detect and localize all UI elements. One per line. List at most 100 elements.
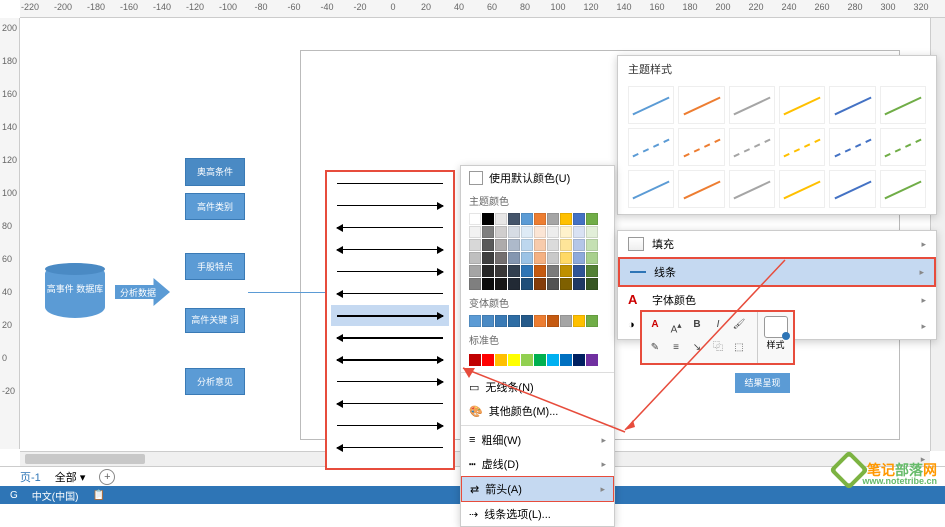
- color-swatch[interactable]: [469, 239, 481, 251]
- color-swatch[interactable]: [482, 354, 494, 366]
- arrow-both[interactable]: [331, 239, 449, 260]
- color-swatch[interactable]: [469, 226, 481, 238]
- theme-line-style[interactable]: [678, 86, 724, 124]
- theme-line-style[interactable]: [678, 128, 724, 166]
- color-swatch[interactable]: [560, 252, 572, 264]
- color-swatch[interactable]: [482, 252, 494, 264]
- theme-line-style[interactable]: [729, 128, 775, 166]
- theme-line-style[interactable]: [829, 128, 875, 166]
- arrow-none[interactable]: [331, 173, 449, 194]
- arrow-right[interactable]: [331, 195, 449, 216]
- theme-line-style[interactable]: [880, 170, 926, 208]
- italic-button[interactable]: I: [709, 316, 727, 334]
- all-pages-dropdown[interactable]: 全部 ▾: [55, 469, 86, 485]
- connector-button[interactable]: ↘: [688, 339, 706, 357]
- color-swatch[interactable]: [547, 278, 559, 290]
- color-swatch[interactable]: [534, 315, 546, 327]
- language-indicator[interactable]: 中文(中国): [32, 488, 79, 503]
- font-size-up-button[interactable]: A▴: [667, 316, 685, 334]
- theme-line-style[interactable]: [880, 128, 926, 166]
- color-swatch[interactable]: [521, 226, 533, 238]
- color-swatch[interactable]: [508, 278, 520, 290]
- use-default-color[interactable]: 使用默认颜色(U): [461, 166, 614, 190]
- arrows-item[interactable]: ⇄箭头(A)▸: [461, 476, 614, 502]
- color-swatch[interactable]: [469, 278, 481, 290]
- arrow-left-thick[interactable]: [331, 327, 449, 348]
- theme-line-style[interactable]: [628, 86, 674, 124]
- page-tab[interactable]: 页-1: [20, 469, 41, 485]
- arrow-right-open[interactable]: [331, 261, 449, 282]
- color-swatch[interactable]: [573, 252, 585, 264]
- color-swatch[interactable]: [508, 354, 520, 366]
- color-swatch[interactable]: [573, 315, 585, 327]
- arrow-shape[interactable]: 分析数据: [115, 278, 170, 306]
- color-swatch[interactable]: [482, 315, 494, 327]
- color-swatch[interactable]: [508, 315, 520, 327]
- color-swatch[interactable]: [508, 239, 520, 251]
- color-swatch[interactable]: [586, 252, 598, 264]
- color-swatch[interactable]: [495, 278, 507, 290]
- line-menu-item[interactable]: 线条▸: [618, 257, 936, 287]
- color-swatch[interactable]: [482, 278, 494, 290]
- color-swatch[interactable]: [534, 239, 546, 251]
- color-swatch[interactable]: [534, 226, 546, 238]
- color-swatch[interactable]: [482, 239, 494, 251]
- process-box-1[interactable]: 高件类别: [185, 193, 245, 220]
- color-swatch[interactable]: [508, 226, 520, 238]
- arrow-right-thick[interactable]: [331, 305, 449, 326]
- color-swatch[interactable]: [573, 213, 585, 225]
- result-box[interactable]: 结果呈现: [735, 373, 790, 393]
- color-swatch[interactable]: [560, 315, 572, 327]
- format-painter-button[interactable]: 🖌: [730, 316, 748, 334]
- color-swatch[interactable]: [573, 354, 585, 366]
- dashes-item[interactable]: ┅虚线(D)▸: [461, 452, 614, 476]
- arrow-left-diamond[interactable]: [331, 393, 449, 414]
- macro-record-icon[interactable]: 📋: [92, 490, 104, 501]
- color-swatch[interactable]: [469, 354, 481, 366]
- database-shape[interactable]: 高事件 数据库: [45, 263, 105, 318]
- group-header-box[interactable]: 奥高条件: [185, 158, 245, 186]
- color-swatch[interactable]: [521, 252, 533, 264]
- color-swatch[interactable]: [469, 213, 481, 225]
- color-swatch[interactable]: [560, 278, 572, 290]
- align-button[interactable]: ≡: [667, 339, 685, 357]
- color-swatch[interactable]: [521, 239, 533, 251]
- no-line-item[interactable]: ▭无线条(N): [461, 375, 614, 399]
- color-swatch[interactable]: [560, 239, 572, 251]
- color-swatch[interactable]: [586, 213, 598, 225]
- color-swatch[interactable]: [586, 265, 598, 277]
- color-swatch[interactable]: [521, 213, 533, 225]
- color-swatch[interactable]: [560, 213, 572, 225]
- color-swatch[interactable]: [495, 252, 507, 264]
- arrow-left[interactable]: [331, 217, 449, 238]
- process-box-4[interactable]: 分析意见: [185, 368, 245, 395]
- color-swatch[interactable]: [534, 213, 546, 225]
- bold-button[interactable]: B: [688, 316, 706, 334]
- fill-menu-item[interactable]: 填充▸: [618, 231, 936, 257]
- more-colors-item[interactable]: 🎨其他颜色(M)...: [461, 399, 614, 423]
- color-swatch[interactable]: [534, 354, 546, 366]
- color-swatch[interactable]: [547, 252, 559, 264]
- color-swatch[interactable]: [573, 278, 585, 290]
- color-swatch[interactable]: [547, 265, 559, 277]
- theme-line-style[interactable]: [779, 170, 825, 208]
- color-swatch[interactable]: [508, 265, 520, 277]
- arrow-right-diamond[interactable]: [331, 371, 449, 392]
- color-swatch[interactable]: [521, 278, 533, 290]
- theme-line-style[interactable]: [880, 86, 926, 124]
- color-swatch[interactable]: [495, 315, 507, 327]
- connector-line[interactable]: [248, 292, 333, 293]
- theme-line-style[interactable]: [829, 86, 875, 124]
- color-swatch[interactable]: [547, 354, 559, 366]
- theme-line-style[interactable]: [729, 86, 775, 124]
- color-swatch[interactable]: [521, 265, 533, 277]
- color-swatch[interactable]: [547, 213, 559, 225]
- color-swatch[interactable]: [547, 239, 559, 251]
- color-swatch[interactable]: [482, 265, 494, 277]
- theme-line-style[interactable]: [729, 170, 775, 208]
- arrow-both-thick[interactable]: [331, 349, 449, 370]
- font-color-button[interactable]: A: [646, 316, 664, 334]
- color-swatch[interactable]: [469, 265, 481, 277]
- color-swatch[interactable]: [469, 315, 481, 327]
- theme-line-style[interactable]: [678, 170, 724, 208]
